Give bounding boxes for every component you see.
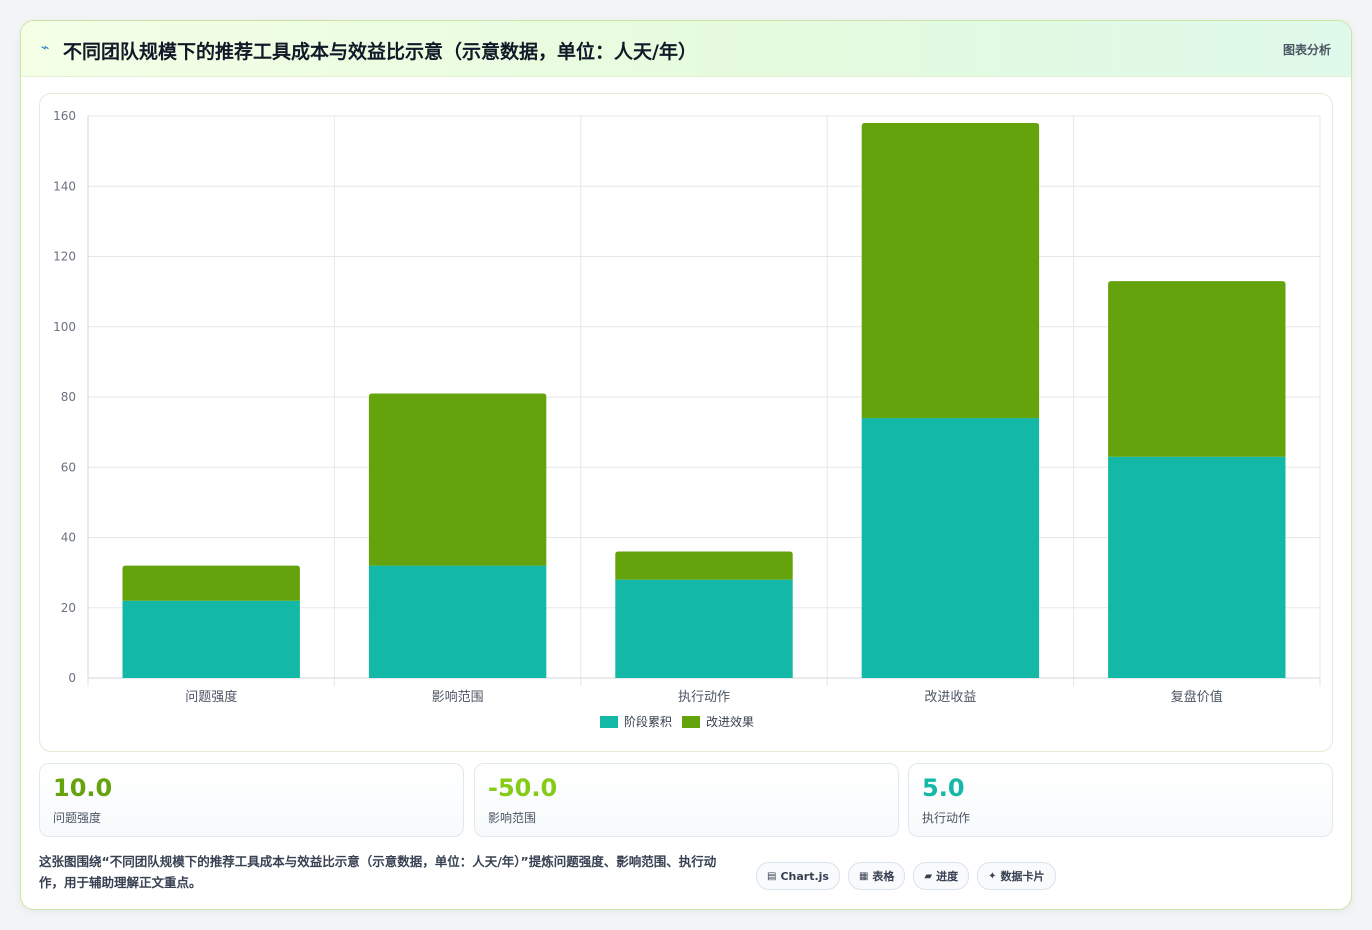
legend-swatch [600,716,618,728]
x-tick-label: 影响范围 [432,689,484,705]
y-tick-label: 80 [61,390,76,404]
x-tick-label: 问题强度 [185,689,237,705]
y-tick-label: 40 [61,531,76,545]
bar-stage-cumulative [368,565,547,678]
stat-label: 执行动作 [922,811,971,825]
stat-card-problem-intensity: 10.0 问题强度 [39,763,464,837]
x-tick-label: 执行动作 [678,690,730,705]
x-tick-label: 改进收益 [924,690,976,705]
bar-stage-cumulative [1108,456,1286,678]
stat-value: 5.0 [922,774,965,802]
x-tick-label: 复盘价值 [1171,689,1223,705]
stacked-bar-chart: 0 20 40 60 80 100 120 140 160 问题强度 影响范围 执行动作 改进收益 复盘价… [53,109,1321,729]
progress-icon: ▰ [924,870,933,882]
chip-label: 进度 [936,870,959,883]
y-tick-label: 120 [53,250,76,264]
data-card-icon: ✦ [988,870,997,882]
bar-improvement-effect [861,123,1040,419]
y-tick-label: 20 [61,601,76,615]
chart-analysis-button[interactable]: 图表分析 [1283,41,1331,58]
chart-title: 不同团队规模下的推荐工具成本与效益比示意（示意数据，单位：人天/年） [63,41,697,63]
bar-improvement-effect [368,393,547,566]
chip-label: 表格 [872,870,895,883]
y-tick-label: 0 [68,671,76,685]
y-tick-label: 140 [53,179,76,193]
bar-stage-cumulative [615,579,793,678]
stat-card-impact-scope: -50.0 影响范围 [474,763,899,837]
card-header: ⌁ 不同团队规模下的推荐工具成本与效益比示意（示意数据，单位：人天/年） 图表分… [21,21,1351,77]
chart-description: 这张图围绕“不同团队规模下的推荐工具成本与效益比示意（示意数据，单位：人天/年）… [39,854,717,890]
feature-chips: ▤ Chart.js ▦ 表格 ▰ 进度 ✦ 数据卡片 [756,862,1056,890]
chart-card: ⌁ 不同团队规模下的推荐工具成本与效益比示意（示意数据，单位：人天/年） 图表分… [20,20,1352,910]
table-icon: ▦ [858,870,869,882]
chart-line-icon: ⌁ [41,40,50,56]
y-tick-label: 160 [53,109,76,123]
bar-improvement-effect [122,565,300,601]
stat-value: 10.0 [53,774,113,802]
legend-label: 改进效果 [706,714,754,729]
chip-chartjs[interactable]: ▤ Chart.js [756,862,840,890]
bar-improvement-effect [615,551,793,580]
chip-label: 数据卡片 [1000,870,1045,883]
stat-value: -50.0 [488,774,558,802]
chip-label: Chart.js [780,869,829,883]
stat-label: 问题强度 [53,811,102,825]
chip-table[interactable]: ▦ 表格 [847,862,906,890]
bar-stage-cumulative [861,418,1040,678]
legend-swatch [682,716,700,728]
y-tick-label: 100 [53,320,76,334]
y-tick-label: 60 [61,460,76,474]
stat-card-execution-action: 5.0 执行动作 [908,763,1333,837]
stat-label: 影响范围 [488,811,537,825]
chartjs-icon: ▤ [767,870,777,882]
bar-improvement-effect [1108,281,1286,457]
chip-data-card[interactable]: ✦ 数据卡片 [977,862,1056,890]
chip-progress[interactable]: ▰ 进度 [913,862,970,890]
bar-stage-cumulative [122,600,300,678]
chart-panel: 0 20 40 60 80 100 120 140 160 问题强度 影响范围 执行动作 改进收益 复盘价… [39,93,1333,752]
legend-label: 阶段累积 [624,714,672,729]
